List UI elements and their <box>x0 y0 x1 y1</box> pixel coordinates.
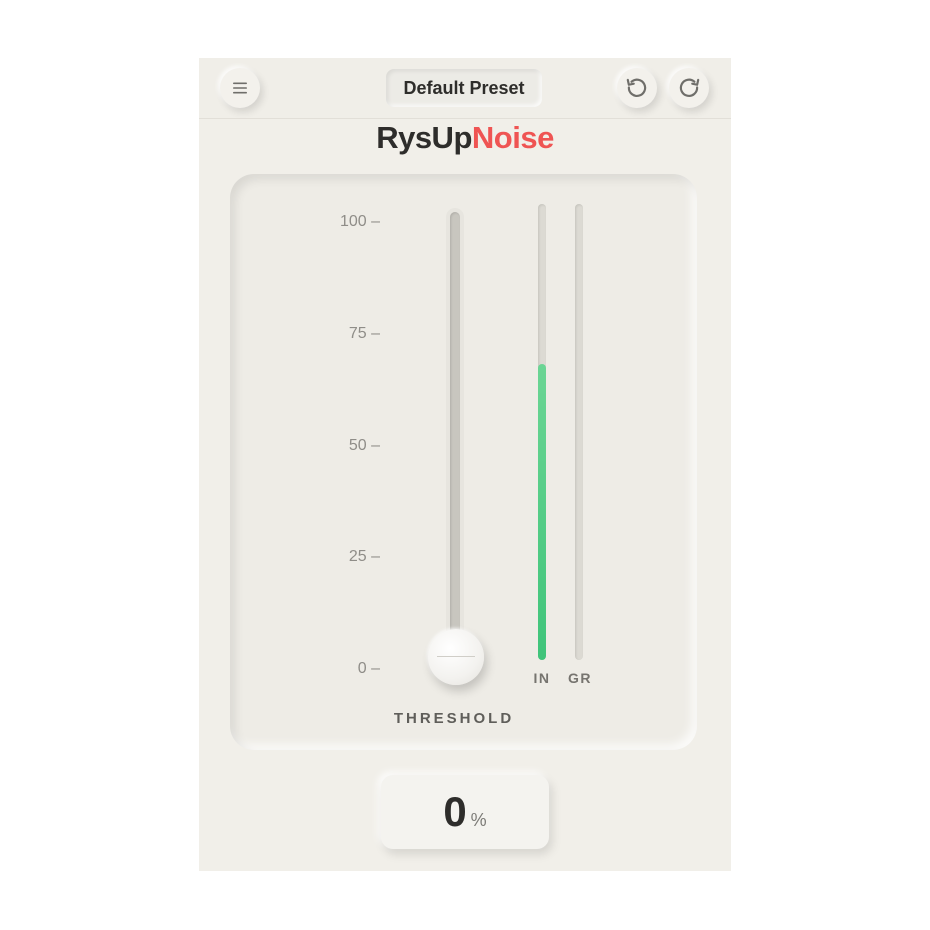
threshold-slider-track[interactable] <box>450 212 460 676</box>
threshold-unit: % <box>470 810 487 830</box>
undo-button[interactable] <box>617 68 657 108</box>
hamburger-icon <box>233 82 247 94</box>
input-meter <box>538 204 546 660</box>
threshold-label: THRESHOLD <box>393 710 515 727</box>
redo-button[interactable] <box>669 68 709 108</box>
plugin-panel: Default Preset RysUpNoise 100 – 75 – 50 … <box>199 58 731 871</box>
gain-reduction-meter-label: GR <box>568 670 592 686</box>
menu-button[interactable] <box>220 68 260 108</box>
top-toolbar: Default Preset <box>199 58 731 119</box>
scale-tick-75: 75 – <box>348 325 380 342</box>
scale-tick-50: 50 – <box>348 437 380 454</box>
scale-tick-0: 0 – <box>357 660 380 677</box>
threshold-value-readout[interactable]: 0 % <box>381 775 549 849</box>
preset-selector[interactable]: Default Preset <box>386 69 542 107</box>
threshold-value: 0 <box>443 788 467 835</box>
scale-tick-25: 25 – <box>348 548 380 565</box>
redo-icon <box>679 78 700 97</box>
title-main: RysUp <box>376 120 472 155</box>
plugin-title: RysUpNoise <box>199 120 731 156</box>
title-accent: Noise <box>471 120 554 155</box>
threshold-slider-knob[interactable] <box>428 629 484 685</box>
undo-icon <box>626 78 647 97</box>
threshold-section: 100 – 75 – 50 – 25 – 0 – IN GR THRESHOLD <box>230 174 697 750</box>
gain-reduction-meter <box>575 204 583 660</box>
preset-name: Default Preset <box>403 77 525 98</box>
input-meter-fill <box>538 363 546 660</box>
scale-tick-100: 100 – <box>339 213 380 230</box>
input-meter-label: IN <box>533 670 551 686</box>
